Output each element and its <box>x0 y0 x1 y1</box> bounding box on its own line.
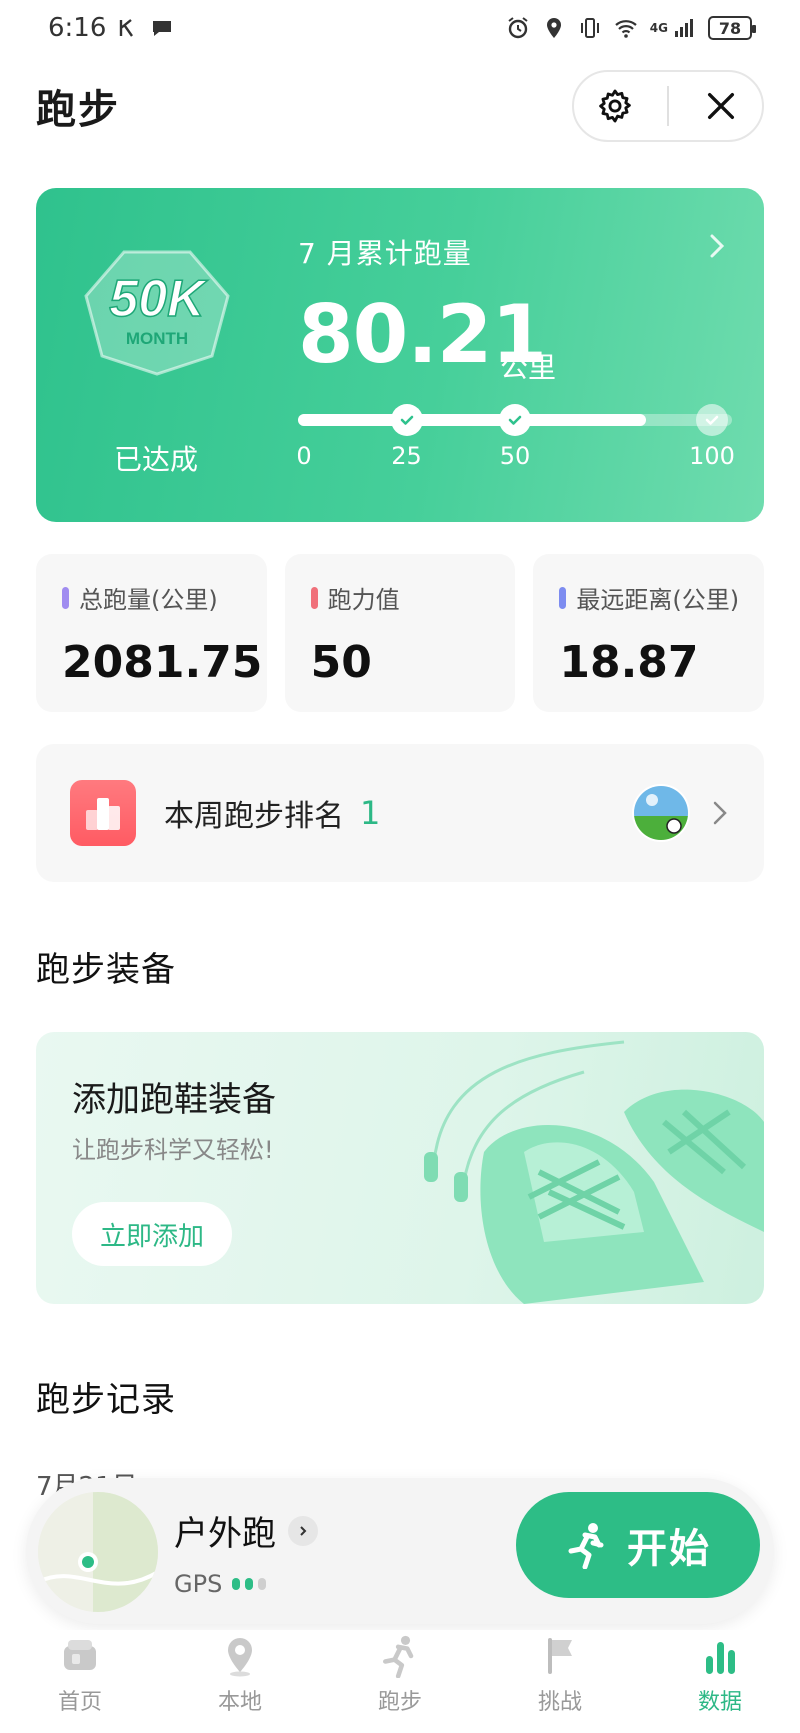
nav-label: 本地 <box>217 1690 262 1715</box>
gps-signal-dot <box>232 1578 241 1590</box>
add-now-button[interactable]: 立即添加 <box>72 1202 232 1266</box>
records-section-title: 跑步记录 <box>36 1380 176 1420</box>
stat-card[interactable]: 总跑量(公里) 2081.75 <box>36 554 267 712</box>
location-pin-icon <box>228 1638 252 1677</box>
map-thumbnail[interactable] <box>38 1492 158 1612</box>
nav-item-flag[interactable]: 挑战 <box>480 1630 640 1733</box>
equipment-section-title: 跑步装备 <box>36 950 176 990</box>
stat-color-marker <box>62 586 69 609</box>
run-type-selector[interactable]: 户外跑 <box>174 1506 318 1555</box>
header: 跑步 <box>0 66 800 146</box>
ranking-label: 本周跑步排名 <box>164 799 344 834</box>
progress-tick-label: 25 <box>391 442 422 470</box>
progress-tick-label: 100 <box>689 442 735 470</box>
stat-color-marker <box>559 586 567 609</box>
stat-value: 50 <box>310 637 372 688</box>
stats-row: 总跑量(公里) 2081.75 跑力值 50 最远距离(公里) 18.87 <box>36 554 765 712</box>
chevron-right-icon <box>713 801 727 825</box>
nav-item-runner[interactable]: 跑步 <box>320 1630 480 1733</box>
battery-level: 78 <box>718 18 742 38</box>
stat-value: 2081.75 <box>62 637 263 688</box>
chevron-right-icon <box>288 1515 318 1546</box>
nav-item-bar-chart[interactable]: 数据 <box>640 1630 800 1733</box>
monthly-summary-card[interactable]: 50K MONTH 已达成 7 月累计跑量 80.21 公里 0 25 50 100 <box>36 188 764 522</box>
progress-tick-label: 50 <box>499 442 531 470</box>
runner-icon <box>568 1523 604 1569</box>
nav-label: 首页 <box>57 1690 102 1715</box>
stat-card[interactable]: 跑力值 50 <box>284 554 516 712</box>
close-button[interactable] <box>691 76 751 136</box>
battery-icon: 78 <box>708 16 756 40</box>
weekly-ranking-row[interactable]: 本周跑步排名 1 <box>36 744 764 882</box>
message-icon <box>153 21 172 36</box>
progress-fill <box>298 414 647 426</box>
capsule-divider <box>667 86 669 126</box>
gps-signal-dot <box>245 1578 254 1590</box>
add-shoes-card[interactable]: 添加跑鞋装备 让跑步科学又轻松! 立即添加 <box>36 1032 764 1304</box>
vibrate-icon <box>580 18 599 38</box>
monthly-progress-bar <box>298 404 732 436</box>
alarm-icon <box>508 17 528 39</box>
run-type-label: 户外跑 <box>174 1514 276 1554</box>
run-start-bar: 户外跑 GPS 开始 <box>26 1478 774 1624</box>
gps-status: GPS <box>174 1570 267 1598</box>
network-type: 4G <box>649 21 668 35</box>
gear-icon <box>599 89 631 123</box>
stat-label-text: 跑力值 <box>327 586 400 614</box>
gps-signal-dot <box>258 1578 267 1590</box>
stat-value: 18.87 <box>559 637 699 688</box>
podium-icon <box>70 780 136 846</box>
nav-label: 挑战 <box>537 1690 582 1715</box>
running-shoes-illustration-icon <box>424 1040 764 1304</box>
stat-color-marker <box>310 586 318 609</box>
stat-label-text: 总跑量(公里) <box>79 586 218 614</box>
stat-label-text: 最远距离(公里) <box>576 586 740 614</box>
badge-status: 已达成 <box>113 443 198 476</box>
stat-card[interactable]: 最远距离(公里) 18.87 <box>533 554 765 712</box>
wifi-icon <box>615 20 637 38</box>
start-label: 开始 <box>627 1526 711 1572</box>
ranking-value: 1 <box>360 794 381 832</box>
close-icon <box>707 92 735 120</box>
nav-item-home[interactable]: 首页 <box>0 1630 160 1733</box>
nav-item-location-pin[interactable]: 本地 <box>160 1630 320 1733</box>
nav-label: 数据 <box>697 1690 742 1715</box>
gps-label: GPS <box>174 1570 223 1598</box>
header-capsule <box>572 70 764 142</box>
start-run-button[interactable]: 开始 <box>516 1492 760 1598</box>
avatar[interactable] <box>632 784 690 842</box>
flag-icon <box>548 1638 572 1674</box>
chevron-right-icon <box>710 234 725 258</box>
milestone-check-icon <box>390 404 423 436</box>
equipment-title: 添加跑鞋装备 <box>72 1080 276 1120</box>
page-title: 跑步 <box>36 87 120 133</box>
badge-title: 50K <box>109 270 208 328</box>
monthly-distance-unit: 公里 <box>500 351 557 384</box>
status-bar: 6:16 4G 78 <box>0 0 800 56</box>
stat-label: 跑力值 <box>310 580 516 615</box>
badge-sub: MONTH <box>126 329 188 348</box>
progress-tick-label: 0 <box>296 442 312 470</box>
milestone-check-icon <box>696 404 728 436</box>
settings-button[interactable] <box>585 76 645 136</box>
signal-icon <box>675 19 693 37</box>
runner-icon <box>383 1635 414 1678</box>
stat-label: 总跑量(公里) <box>62 580 267 615</box>
k-notification-icon <box>120 19 134 37</box>
stat-label: 最远距离(公里) <box>559 580 764 615</box>
home-icon <box>64 1640 96 1670</box>
location-icon <box>546 18 561 38</box>
equipment-subtitle: 让跑步科学又轻松! <box>72 1136 274 1164</box>
month-label: 7 月累计跑量 <box>298 237 472 270</box>
status-time: 6:16 <box>48 13 107 43</box>
bar-chart-icon <box>706 1642 735 1674</box>
bottom-navigation: 首页 本地 跑步 挑战 数据 <box>0 1630 800 1733</box>
milestone-check-icon <box>499 404 531 436</box>
50k-month-badge-icon: 50K MONTH <box>84 250 230 376</box>
nav-label: 跑步 <box>377 1690 422 1715</box>
